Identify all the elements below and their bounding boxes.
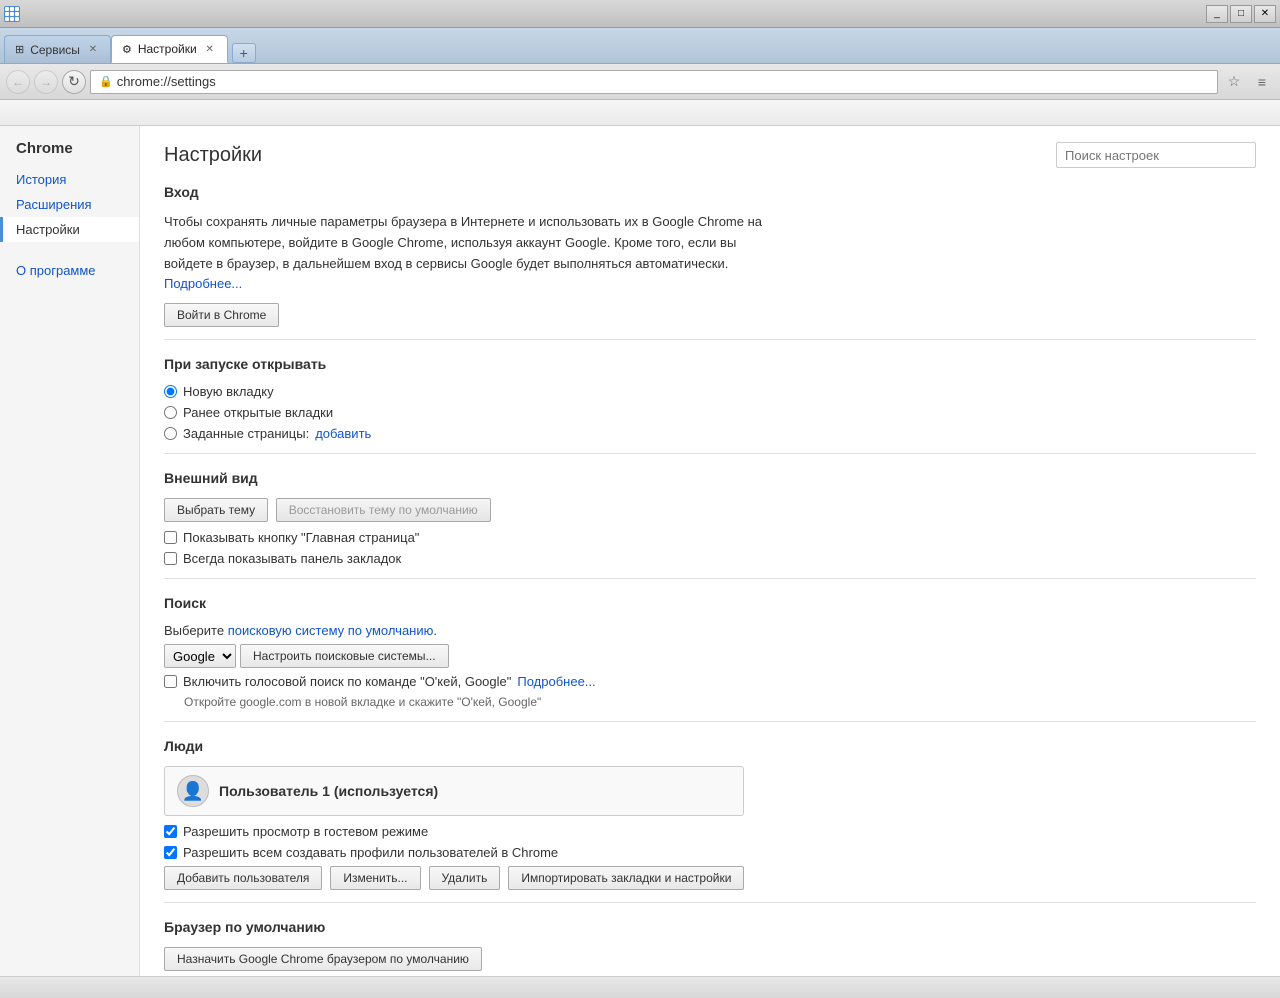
- sidebar-item-extensions[interactable]: Расширения: [0, 192, 139, 217]
- settings-main: Настройки Вход Чтобы сохранять личные па…: [140, 126, 1280, 976]
- search-desc-prefix: Выберите: [164, 623, 228, 638]
- reset-theme-button[interactable]: Восстановить тему по умолчанию: [276, 498, 491, 522]
- startup-restore[interactable]: Ранее открытые вкладки: [164, 405, 1256, 420]
- signin-description: Чтобы сохранять личные параметры браузер…: [164, 212, 764, 295]
- maximize-button[interactable]: □: [1230, 5, 1252, 23]
- search-engine-row: Google Настроить поисковые системы...: [164, 644, 1256, 668]
- bookmarks-bar-label: Всегда показывать панель закладок: [183, 551, 401, 566]
- edit-user-button[interactable]: Изменить...: [330, 866, 420, 890]
- back-button[interactable]: ←: [6, 70, 30, 94]
- new-tab-button[interactable]: +: [232, 43, 256, 63]
- import-button[interactable]: Импортировать закладки и настройки: [508, 866, 744, 890]
- close-button[interactable]: ✕: [1254, 5, 1276, 23]
- people-buttons: Добавить пользователя Изменить... Удалит…: [164, 866, 1256, 890]
- guest-mode-label: Разрешить просмотр в гостевом режиме: [183, 824, 428, 839]
- address-lock-icon: 🔒: [99, 75, 113, 88]
- choose-theme-button[interactable]: Выбрать тему: [164, 498, 268, 522]
- user-name: Пользователь 1 (используется): [219, 783, 438, 799]
- people-section-title: Люди: [164, 738, 1256, 758]
- startup-radio-group: Новую вкладку Ранее открытые вкладки Зад…: [164, 384, 1256, 441]
- voice-search-more-link[interactable]: Подробнее...: [517, 674, 595, 689]
- voice-search-checkbox[interactable]: [164, 675, 177, 688]
- sidebar: Chrome История Расширения Настройки О пр…: [0, 126, 140, 976]
- voice-search-label: Включить голосовой поиск по команде "О'к…: [183, 674, 511, 689]
- bookmarks-bar-checkbox[interactable]: [164, 552, 177, 565]
- guest-mode-checkbox[interactable]: [164, 825, 177, 838]
- address-bar[interactable]: 🔒 chrome://settings: [90, 70, 1218, 94]
- address-text: chrome://settings: [117, 74, 216, 89]
- tab-bar: ⊞ Сервисы ✕ ⚙ Настройки ✕ +: [0, 28, 1280, 64]
- tab-services-label: Сервисы: [30, 43, 80, 57]
- tab-services-favicon: ⊞: [15, 43, 24, 56]
- add-user-button[interactable]: Добавить пользователя: [164, 866, 322, 890]
- home-btn-checkbox[interactable]: [164, 531, 177, 544]
- appearance-section-title: Внешний вид: [164, 470, 1256, 490]
- startup-specific[interactable]: Заданные страницы: добавить: [164, 426, 1256, 441]
- tab-settings-close[interactable]: ✕: [203, 42, 217, 56]
- signin-button[interactable]: Войти в Chrome: [164, 303, 279, 327]
- configure-search-button[interactable]: Настроить поисковые системы...: [240, 644, 449, 668]
- default-browser-section: Назначить Google Chrome браузером по умо…: [164, 947, 1256, 976]
- allow-profiles-label: Разрешить всем создавать профили пользов…: [183, 845, 558, 860]
- startup-new-tab[interactable]: Новую вкладку: [164, 384, 1256, 399]
- search-desc-suffix: .: [433, 623, 437, 638]
- sidebar-item-history[interactable]: История: [0, 167, 139, 192]
- startup-section-title: При запуске открывать: [164, 356, 1256, 376]
- delete-user-button[interactable]: Удалить: [429, 866, 501, 890]
- title-bar: _ □ ✕: [0, 0, 1280, 28]
- bookmark-bar: [0, 100, 1280, 126]
- home-btn-checkbox-item[interactable]: Показывать кнопку "Главная страница": [164, 530, 1256, 545]
- tab-services[interactable]: ⊞ Сервисы ✕: [4, 35, 111, 63]
- tab-services-close[interactable]: ✕: [86, 43, 100, 57]
- startup-restore-radio[interactable]: [164, 406, 177, 419]
- voice-search-checkbox-item[interactable]: Включить голосовой поиск по команде "О'к…: [164, 674, 1256, 689]
- startup-specific-label: Заданные страницы:: [183, 426, 309, 441]
- user-avatar-icon: 👤: [182, 781, 204, 802]
- bookmark-star-button[interactable]: ☆: [1222, 70, 1246, 94]
- app-icon: [4, 6, 20, 22]
- allow-profiles-checkbox[interactable]: [164, 846, 177, 859]
- sidebar-title: Chrome: [0, 136, 139, 167]
- set-default-browser-button[interactable]: Назначить Google Chrome браузером по умо…: [164, 947, 482, 971]
- guest-mode-checkbox-item[interactable]: Разрешить просмотр в гостевом режиме: [164, 824, 1256, 839]
- search-section-title: Поиск: [164, 595, 1256, 615]
- default-search-link[interactable]: поисковую систему по умолчанию: [228, 623, 434, 638]
- content-area: Chrome История Расширения Настройки О пр…: [0, 126, 1280, 976]
- page-title: Настройки: [164, 144, 262, 167]
- sidebar-item-settings[interactable]: Настройки: [0, 217, 139, 242]
- signin-more-link[interactable]: Подробнее...: [164, 276, 242, 291]
- settings-header: Настройки: [164, 142, 1256, 168]
- search-engine-select[interactable]: Google: [164, 644, 236, 668]
- signin-section-title: Вход: [164, 184, 1256, 204]
- bookmarks-bar-checkbox-item[interactable]: Всегда показывать панель закладок: [164, 551, 1256, 566]
- allow-profiles-checkbox-item[interactable]: Разрешить всем создавать профили пользов…: [164, 845, 1256, 860]
- default-browser-section-title: Браузер по умолчанию: [164, 919, 1256, 939]
- forward-button[interactable]: →: [34, 70, 58, 94]
- startup-add-link[interactable]: добавить: [315, 426, 371, 441]
- voice-search-hint: Откройте google.com в новой вкладке и ск…: [184, 695, 1256, 709]
- startup-new-tab-label: Новую вкладку: [183, 384, 274, 399]
- tab-settings-favicon: ⚙: [122, 43, 132, 56]
- tab-settings[interactable]: ⚙ Настройки ✕: [111, 35, 228, 63]
- startup-new-tab-radio[interactable]: [164, 385, 177, 398]
- search-input[interactable]: [1056, 142, 1256, 168]
- home-btn-label: Показывать кнопку "Главная страница": [183, 530, 419, 545]
- title-bar-left: [4, 6, 20, 22]
- browser-frame: _ □ ✕ ⊞ Сервисы ✕ ⚙ Настройки ✕ + ← → ↻ …: [0, 0, 1280, 998]
- sidebar-item-about[interactable]: О программе: [0, 258, 139, 283]
- startup-restore-label: Ранее открытые вкладки: [183, 405, 333, 420]
- window-controls: _ □ ✕: [1206, 5, 1276, 23]
- chrome-menu-button[interactable]: ≡: [1250, 70, 1274, 94]
- search-section: Выберите поисковую систему по умолчанию.…: [164, 623, 1256, 709]
- user-card: 👤 Пользователь 1 (используется): [164, 766, 744, 816]
- minimize-button[interactable]: _: [1206, 5, 1228, 23]
- startup-specific-radio[interactable]: [164, 427, 177, 440]
- user-avatar: 👤: [177, 775, 209, 807]
- nav-bar: ← → ↻ 🔒 chrome://settings ☆ ≡: [0, 64, 1280, 100]
- refresh-button[interactable]: ↻: [62, 70, 86, 94]
- tab-settings-label: Настройки: [138, 42, 197, 56]
- status-bar: [0, 976, 1280, 998]
